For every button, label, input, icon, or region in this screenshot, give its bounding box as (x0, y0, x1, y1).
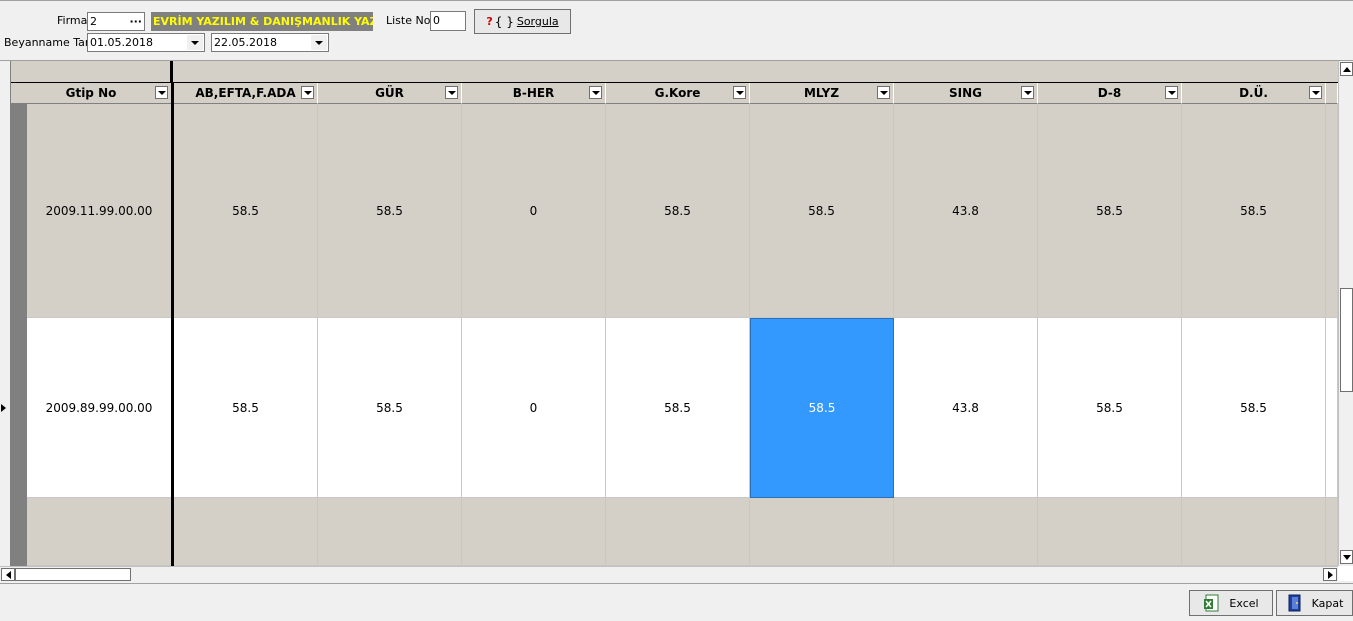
horizontal-scrollbar[interactable] (0, 566, 1338, 581)
vertical-scrollbar[interactable] (1338, 61, 1353, 566)
scroll-left-button[interactable] (1, 568, 15, 581)
filter-dropdown-icon[interactable] (1021, 86, 1034, 99)
band-header (11, 61, 1338, 84)
empty-row (174, 498, 318, 566)
liste-no-input[interactable]: 0 (430, 11, 466, 31)
table-cell (1326, 318, 1338, 498)
firma-input[interactable]: 2 ··· (87, 12, 145, 31)
empty-row (27, 498, 172, 566)
kapat-button[interactable]: Kapat (1276, 590, 1353, 616)
filter-dropdown-icon[interactable] (445, 86, 458, 99)
data-grid: Gtip No AB,EFTA,F.ADA GÜR B-HER G.Kore M… (0, 60, 1353, 581)
exit-door-icon (1288, 594, 1301, 612)
table-cell[interactable]: 58.5 (606, 318, 750, 498)
scroll-right-button[interactable] (1323, 568, 1337, 581)
firma-label: Firma (57, 14, 88, 27)
col-header-b-her[interactable]: B-HER (462, 83, 606, 104)
table-cell[interactable]: 0 (462, 104, 606, 318)
date-to-picker[interactable]: 22.05.2018 (211, 33, 329, 52)
filter-dropdown-icon[interactable] (1165, 86, 1178, 99)
filter-dropdown-icon[interactable] (589, 86, 602, 99)
table-cell[interactable]: 58.5 (1182, 318, 1326, 498)
col-header-sing[interactable]: SING (894, 83, 1038, 104)
sorgula-button[interactable]: ? { } Sorgula (474, 9, 571, 34)
chevron-down-icon[interactable] (187, 35, 203, 50)
table-cell[interactable]: 58.5 (174, 318, 318, 498)
filter-bar: Firma 2 ··· EVRİM YAZILIM & DANIŞMANLIK … (0, 0, 1353, 59)
liste-label: Liste No (386, 14, 431, 27)
date-from-picker[interactable]: 01.05.2018 (87, 33, 205, 52)
row-indicator-column (11, 104, 27, 566)
table-cell[interactable]: 58.5 (318, 104, 462, 318)
frozen-column-divider (171, 83, 174, 566)
firma-lookup-button[interactable]: ··· (129, 13, 142, 30)
beyanname-label: Beyanname Tar. (4, 36, 92, 49)
table-cell[interactable]: 0 (462, 318, 606, 498)
kapat-label: Kapat (1311, 596, 1344, 610)
table-cell[interactable]: 43.8 (894, 104, 1038, 318)
selected-cell[interactable]: 58.5 (750, 318, 894, 498)
table-cell[interactable]: 58.5 (606, 104, 750, 318)
horizontal-scroll-thumb[interactable] (15, 568, 131, 581)
filter-dropdown-icon[interactable] (155, 86, 168, 99)
vertical-scroll-thumb[interactable] (1340, 288, 1353, 392)
company-name: EVRİM YAZILIM & DANIŞMANLIK YAZ (151, 12, 373, 31)
empty-row (750, 498, 894, 566)
col-header-d8[interactable]: D-8 (1038, 83, 1182, 104)
band-divider (170, 61, 173, 82)
chevron-down-icon[interactable] (311, 35, 327, 50)
filter-dropdown-icon[interactable] (733, 86, 746, 99)
footer-bar: Excel Kapat (0, 583, 1353, 621)
col-header-mlyz[interactable]: MLYZ (750, 83, 894, 104)
table-cell[interactable]: 43.8 (894, 318, 1038, 498)
scroll-down-button[interactable] (1340, 550, 1353, 564)
excel-icon (1204, 594, 1219, 612)
table-cell[interactable]: 58.5 (750, 104, 894, 318)
scroll-up-button[interactable] (1340, 62, 1353, 76)
col-header-du[interactable]: D.Ü. (1182, 83, 1326, 104)
table-cell[interactable]: 58.5 (1038, 318, 1182, 498)
arrow-up-icon (1342, 66, 1351, 72)
col-header-gur[interactable]: GÜR (318, 83, 462, 104)
bracket-icon: { } (494, 14, 514, 29)
table-cell[interactable]: 2009.11.99.00.00 (27, 104, 172, 318)
col-header-gtip[interactable]: Gtip No (11, 83, 172, 104)
empty-row (606, 498, 750, 566)
table-cell[interactable]: 2009.89.99.00.00 (27, 318, 172, 498)
empty-row (1182, 498, 1326, 566)
col-header-g-kore[interactable]: G.Kore (606, 83, 750, 104)
filter-dropdown-icon[interactable] (877, 86, 890, 99)
arrow-down-icon (1342, 554, 1351, 560)
empty-row (894, 498, 1038, 566)
table-cell (1326, 104, 1338, 318)
col-header-overflow (1326, 83, 1338, 104)
query-icon: ? (486, 15, 493, 28)
col-header-ab-efta[interactable]: AB,EFTA,F.ADA (174, 83, 318, 104)
table-cell[interactable]: 58.5 (1182, 104, 1326, 318)
empty-row (1326, 498, 1338, 566)
filter-dropdown-icon[interactable] (301, 86, 314, 99)
arrow-right-icon (1327, 570, 1333, 579)
grid-left-edge (0, 61, 11, 566)
filter-dropdown-icon[interactable] (1309, 86, 1322, 99)
arrow-left-icon (5, 570, 11, 579)
excel-button[interactable]: Excel (1189, 590, 1273, 616)
sorgula-label: Sorgula (516, 15, 559, 28)
table-cell[interactable]: 58.5 (318, 318, 462, 498)
empty-row (318, 498, 462, 566)
excel-label: Excel (1229, 596, 1259, 610)
table-cell[interactable]: 58.5 (174, 104, 318, 318)
empty-row (462, 498, 606, 566)
empty-row (1038, 498, 1182, 566)
current-row-indicator-icon (1, 404, 6, 412)
table-cell[interactable]: 58.5 (1038, 104, 1182, 318)
